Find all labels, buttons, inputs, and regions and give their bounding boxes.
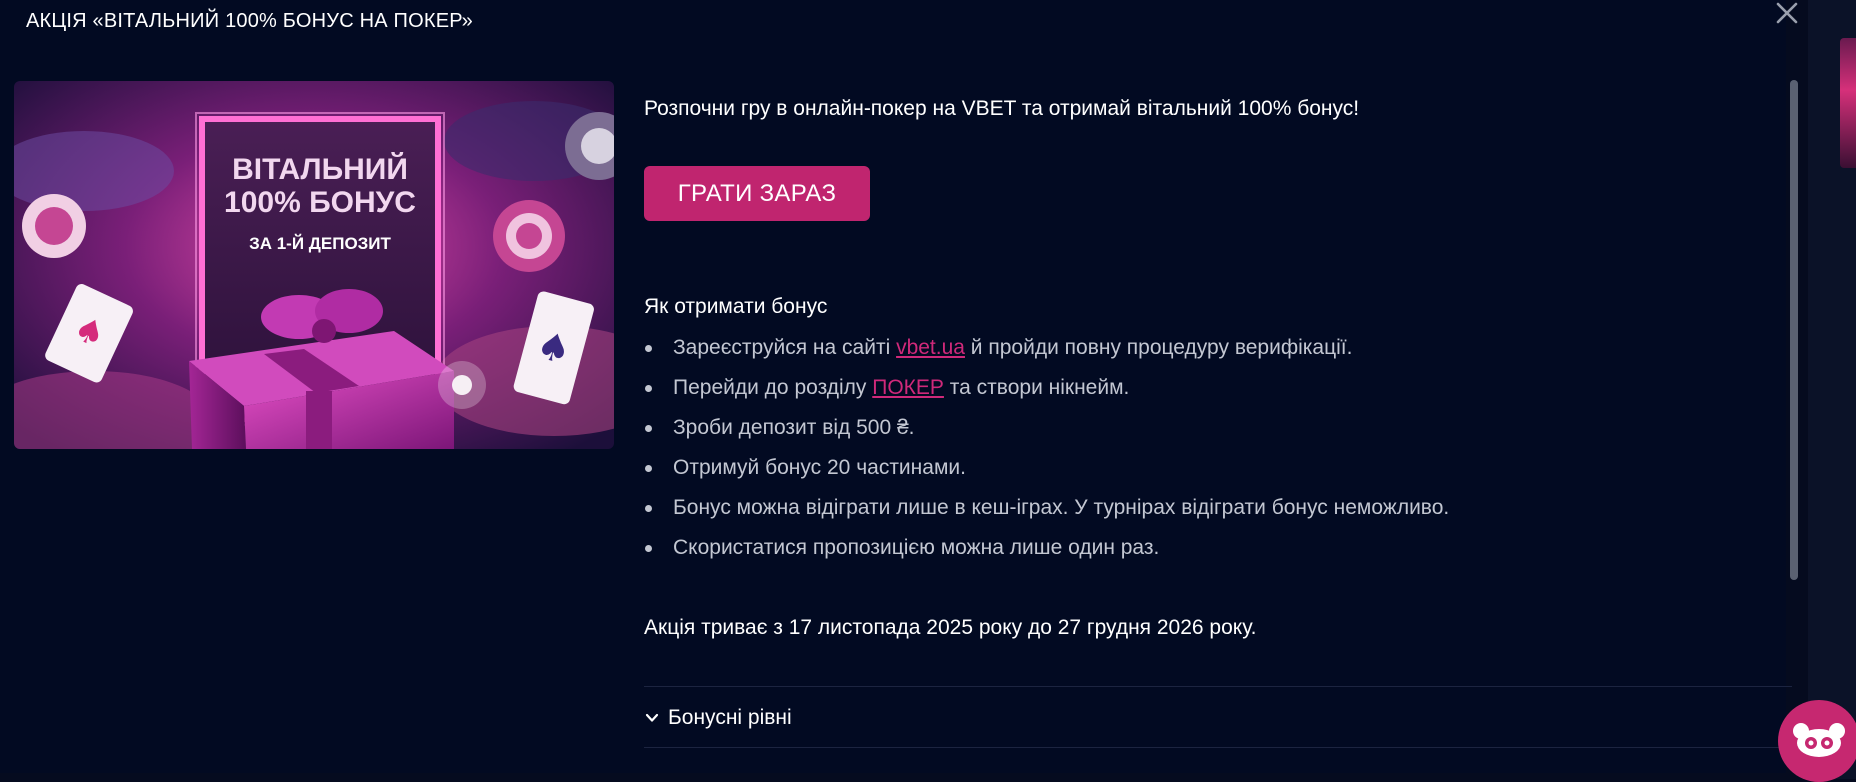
step-text: Перейди до розділу xyxy=(673,376,873,399)
background-thumbnail xyxy=(1840,38,1856,168)
vbet-ua-link[interactable]: vbet.ua xyxy=(896,336,965,359)
close-button[interactable] xyxy=(1772,0,1802,28)
list-item: Бонус можна відіграти лише в кеш-іграх. … xyxy=(644,486,1449,526)
poker-link[interactable]: ПОКЕР xyxy=(872,376,944,399)
list-item: Зареєструйся на сайті vbet.ua й пройди п… xyxy=(644,326,1449,366)
scrollbar-thumb[interactable] xyxy=(1790,80,1798,580)
list-item: Скористатися пропозицією можна лише один… xyxy=(644,526,1449,566)
bonus-steps-list: Зареєструйся на сайті vbet.ua й пройди п… xyxy=(644,326,1449,566)
banner-heading-line2: 100% БОНУС xyxy=(224,186,416,219)
divider xyxy=(644,747,1792,748)
promo-modal: АКЦІЯ «ВІТАЛЬНИЙ 100% БОНУС НА ПОКЕР» ВІ… xyxy=(0,0,1798,773)
play-now-button[interactable]: ГРАТИ ЗАРАЗ xyxy=(644,166,870,221)
chevron-down-icon xyxy=(645,713,659,722)
how-to-get-bonus-title: Як отримати бонус xyxy=(644,295,828,318)
chat-mascot-icon xyxy=(1793,723,1845,757)
promo-banner-image: ВІТАЛЬНИЙ 100% БОНУС ЗА 1-Й ДЕПОЗИТ ♠ ♠ xyxy=(14,81,614,449)
bonus-levels-label: Бонусні рівні xyxy=(668,706,792,729)
list-item: Отримуй бонус 20 частинами. xyxy=(644,446,1449,486)
promo-period: Акція триває з 17 листопада 2025 року до… xyxy=(644,616,1257,639)
step-text: й пройди повну процедуру верифікації. xyxy=(964,336,1353,359)
promo-banner-artwork: ВІТАЛЬНИЙ 100% БОНУС ЗА 1-Й ДЕПОЗИТ ♠ ♠ xyxy=(14,81,614,449)
banner-heading-line1: ВІТАЛЬНИЙ xyxy=(232,152,408,186)
divider xyxy=(644,686,1792,687)
list-item: Зроби депозит від 500 ₴. xyxy=(644,406,1449,446)
modal-title: АКЦІЯ «ВІТАЛЬНИЙ 100% БОНУС НА ПОКЕР» xyxy=(26,10,474,32)
background-page-strip xyxy=(1808,0,1856,779)
close-icon xyxy=(1776,2,1798,24)
list-item: Перейди до розділу ПОКЕР та створи нікне… xyxy=(644,366,1449,406)
promo-intro: Розпочни гру в онлайн-покер на VBET та о… xyxy=(644,97,1360,120)
bonus-levels-accordion[interactable]: Бонусні рівні xyxy=(644,700,792,736)
chat-button[interactable] xyxy=(1778,700,1856,782)
banner-subheading: ЗА 1-Й ДЕПОЗИТ xyxy=(249,234,391,253)
step-text: Зареєструйся на сайті xyxy=(673,336,897,359)
step-text: та створи нікнейм. xyxy=(943,376,1130,399)
